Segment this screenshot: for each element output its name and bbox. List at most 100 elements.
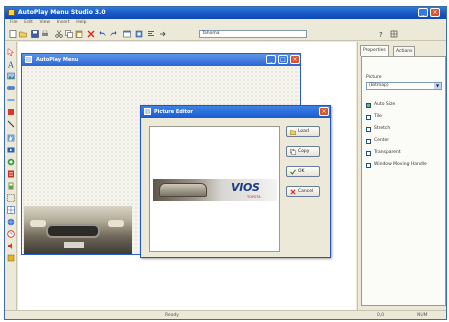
button-icon[interactable] [7,84,15,92]
headlight-left [30,220,46,227]
window-moving-handle-checkbox[interactable] [366,163,371,168]
menu-edit[interactable]: Edit [24,19,33,27]
paste-icon[interactable] [75,30,83,38]
check-icon [290,169,296,175]
globe-icon[interactable] [7,218,15,226]
picture-editor-dialog: Picture Editor × VIOS TOYOTA Load Copy O… [140,105,331,258]
app-titlebar[interactable]: AutoPlay Menu Studio 3.0 _ × [5,7,446,19]
menu-insert[interactable]: Insert [57,19,70,27]
shape-icon[interactable] [7,108,15,116]
menu-file[interactable]: File [10,19,18,27]
sound-icon[interactable] [7,242,15,250]
build-icon[interactable] [135,30,143,38]
print-icon[interactable] [41,30,49,38]
banner-tagline: TOYOTA [247,195,261,199]
cut-icon[interactable] [55,30,63,38]
line-icon[interactable] [7,120,15,128]
picture-property-value: (Bitmap) [369,83,389,88]
vios-banner-image: VIOS TOYOTA [153,179,277,201]
arrow-icon[interactable] [159,30,167,38]
save-icon[interactable] [31,30,39,38]
preview-icon[interactable] [123,30,131,38]
window-moving-handle-label: Window Moving Handle [374,162,427,167]
copy-label: Copy [298,149,310,154]
ok-button[interactable]: OK [286,166,320,177]
font-combo[interactable]: Tahoma [199,30,307,38]
image-icon[interactable] [7,72,15,80]
stretch-checkbox[interactable] [366,127,371,132]
transparent-checkbox[interactable] [366,151,371,156]
undo-icon[interactable] [99,30,107,38]
app-title: AutoPlay Menu Studio 3.0 [18,9,106,16]
object-toolbar: A [5,42,17,312]
chevron-down-icon[interactable]: ▼ [434,83,441,89]
auto-size-checkbox[interactable] [366,103,371,108]
flash-icon[interactable] [7,134,15,142]
copy-icon [290,149,296,155]
cancel-button[interactable]: Cancel [286,186,320,197]
picture-property-select[interactable]: (Bitmap) ▼ [366,82,442,90]
form-titlebar[interactable]: AutoPlay Menu _ □ × [22,54,300,66]
properties-sheet: Picture (Bitmap) ▼ Auto Size Tile Stretc… [361,56,446,306]
font-combo-value: Tahoma [202,31,220,36]
svg-text:A: A [7,61,14,69]
timer-icon[interactable] [7,230,15,238]
form-title: AutoPlay Menu [36,57,79,63]
tile-label: Tile [374,114,382,119]
load-label: Load [298,129,309,134]
web-icon[interactable] [7,158,15,166]
auto-size-label: Auto Size [374,102,396,107]
tab-actions[interactable]: Actions [393,46,416,56]
group-icon[interactable] [7,194,15,202]
status-num: NUM [417,313,428,318]
form-minimize-button[interactable]: _ [266,55,276,64]
menu-help[interactable]: Help [76,19,86,27]
headlight-right [108,220,124,227]
picture-preview: VIOS TOYOTA [149,126,280,252]
transparent-label: Transparent [374,150,401,155]
menu-bar: File Edit View Insert Help [5,19,446,27]
status-bar: Ready 0,0 NUM [5,310,446,319]
form-maximize-button[interactable]: □ [278,55,288,64]
load-button[interactable]: Load [286,126,320,137]
copy-button[interactable]: Copy [286,146,320,157]
help-icon[interactable]: ? [377,30,385,38]
car-grille [46,224,100,238]
load-icon [290,129,296,135]
tile-checkbox[interactable] [366,115,371,120]
license-plate [64,242,84,248]
settings-icon[interactable] [390,30,398,38]
open-icon[interactable] [19,30,27,38]
close-button[interactable]: × [430,8,440,17]
banner-brand: VIOS [231,181,260,194]
pointer-icon[interactable] [7,48,15,56]
table-icon[interactable] [7,206,15,214]
center-checkbox[interactable] [366,139,371,144]
picture-editor-title: Picture Editor [154,109,193,115]
form-close-button[interactable]: × [290,55,300,64]
minimize-button[interactable]: _ [418,8,428,17]
tab-properties[interactable]: Properties [360,45,389,56]
align-icon[interactable] [147,30,155,38]
picture-editor-close-button[interactable]: × [319,107,329,116]
ok-label: OK [298,169,305,174]
link-icon[interactable] [7,182,15,190]
redo-icon[interactable] [109,30,117,38]
copy-icon[interactable] [65,30,73,38]
exit-icon[interactable] [7,254,15,262]
app-icon [8,9,15,16]
form-picture-object[interactable] [24,206,132,254]
app-window: AutoPlay Menu Studio 3.0 _ × File Edit V… [4,6,447,320]
new-icon[interactable] [9,30,17,38]
delete-icon[interactable] [87,30,95,38]
banner-car [159,183,207,197]
video-icon[interactable] [7,146,15,154]
status-coordinates: 0,0 [377,313,385,318]
label-icon[interactable] [7,96,15,104]
properties-panel: Properties Actions Picture (Bitmap) ▼ Au… [357,42,446,312]
text-icon[interactable]: A [7,60,15,69]
picture-property-label: Picture [366,75,382,80]
menu-view[interactable]: View [39,19,50,27]
picture-editor-titlebar[interactable]: Picture Editor × [141,106,330,118]
list-icon[interactable] [7,170,15,178]
